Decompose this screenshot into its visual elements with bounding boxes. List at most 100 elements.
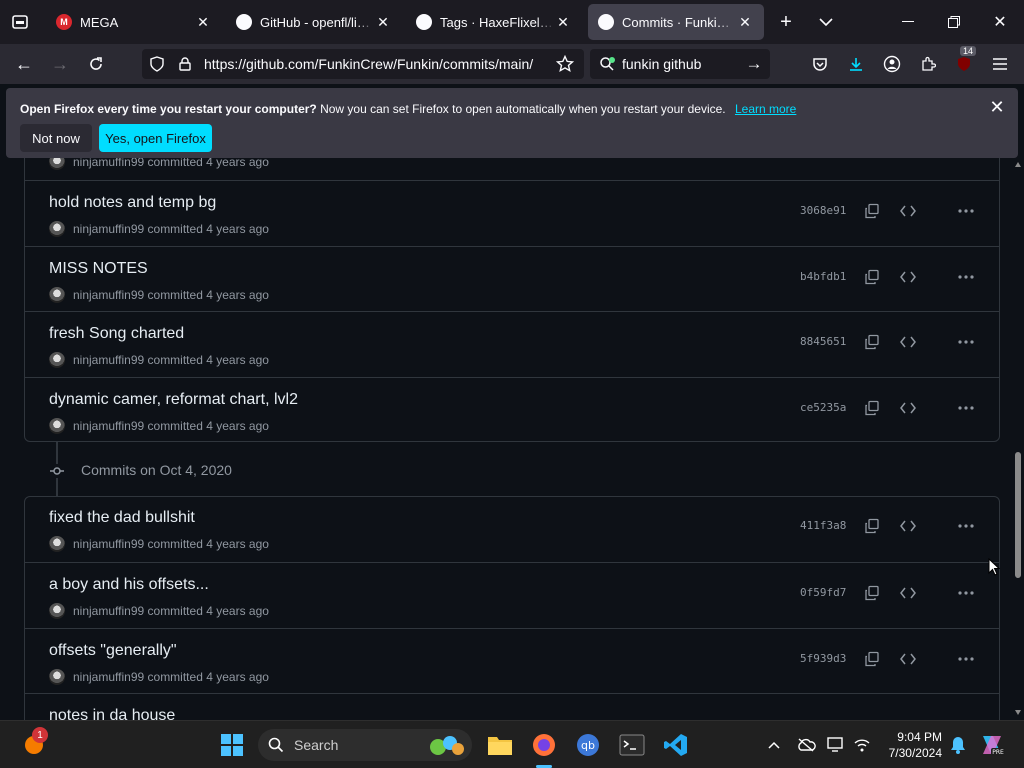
browse-code-icon[interactable] <box>896 514 920 538</box>
commit-author[interactable]: ninjamuffin99 <box>73 222 144 236</box>
url-text[interactable]: https://github.com/FunkinCrew/Funkin/com… <box>204 56 546 72</box>
minimize-icon[interactable] <box>896 10 920 34</box>
extensions-puzzle-icon[interactable] <box>916 52 940 76</box>
close-tab-icon[interactable]: ✕ <box>374 14 392 31</box>
copy-sha-icon[interactable] <box>860 330 884 354</box>
commit-message[interactable]: notes in da house <box>49 707 175 720</box>
pocket-icon[interactable] <box>808 52 832 76</box>
file-explorer-icon[interactable] <box>484 729 516 761</box>
avatar[interactable] <box>49 536 65 552</box>
not-now-button[interactable]: Not now <box>20 124 92 152</box>
browse-code-icon[interactable] <box>896 647 920 671</box>
search-bar[interactable]: funkin github → <box>590 49 770 79</box>
restore-icon[interactable] <box>942 10 966 34</box>
qbittorrent-icon[interactable]: qb <box>572 729 604 761</box>
bookmark-star-icon[interactable] <box>554 54 576 74</box>
avatar[interactable] <box>49 221 65 237</box>
commit-author[interactable]: ninjamuffin99 <box>73 670 144 684</box>
avatar[interactable] <box>49 603 65 619</box>
list-tabs-chevron-down-icon[interactable] <box>814 10 838 34</box>
tab-flixel-tags[interactable]: Tags · HaxeFlixel/flixel ✕ <box>406 4 582 40</box>
commit-message[interactable]: hold notes and temp bg <box>49 194 216 212</box>
avatar[interactable] <box>49 669 65 685</box>
clock[interactable]: 9:04 PM 7/30/2024 <box>880 729 942 761</box>
close-window-icon[interactable]: ✕ <box>988 10 1012 34</box>
commit-sha[interactable]: 0f59fd7 <box>800 586 846 599</box>
ublock-icon[interactable]: 14 <box>952 46 977 76</box>
url-bar[interactable]: https://github.com/FunkinCrew/Funkin/com… <box>142 49 584 79</box>
commit-author[interactable]: ninjamuffin99 <box>73 353 144 367</box>
search-input[interactable]: funkin github <box>622 56 701 72</box>
copy-sha-icon[interactable] <box>860 199 884 223</box>
copy-sha-icon[interactable] <box>860 581 884 605</box>
yes-open-firefox-button[interactable]: Yes, open Firefox <box>99 124 212 152</box>
avatar[interactable] <box>49 352 65 368</box>
more-options-icon[interactable] <box>954 647 978 671</box>
new-tab-icon[interactable]: + <box>774 10 798 34</box>
commit-message[interactable]: offsets "generally" <box>49 642 177 660</box>
scroll-down-arrow-icon[interactable] <box>1015 710 1021 715</box>
forward-arrow-icon[interactable]: → <box>48 52 72 76</box>
lock-icon[interactable] <box>176 55 194 73</box>
commit-message[interactable]: fresh Song charted <box>49 325 184 343</box>
close-tab-icon[interactable]: ✕ <box>194 14 212 31</box>
commit-sha[interactable]: 411f3a8 <box>800 519 846 532</box>
commit-author[interactable]: ninjamuffin99 <box>73 419 144 433</box>
close-tab-icon[interactable]: ✕ <box>554 14 572 31</box>
back-arrow-icon[interactable]: ← <box>12 52 36 76</box>
copy-sha-icon[interactable] <box>860 396 884 420</box>
firefox-view-icon[interactable] <box>8 10 32 34</box>
reload-icon[interactable] <box>84 52 108 76</box>
close-notification-icon[interactable]: ✕ <box>986 96 1008 118</box>
scrollbar-thumb[interactable] <box>1015 452 1021 578</box>
copilot-icon[interactable]: PRE <box>976 729 1008 761</box>
tab-github-lime[interactable]: GitHub - openfl/lime: A ✕ <box>226 4 402 40</box>
copy-sha-icon[interactable] <box>860 647 884 671</box>
vscode-icon[interactable] <box>660 729 692 761</box>
browse-code-icon[interactable] <box>896 581 920 605</box>
commit-message[interactable]: MISS NOTES <box>49 260 148 278</box>
show-hidden-icons-chevron-icon[interactable] <box>758 729 790 761</box>
shield-icon[interactable] <box>148 55 166 73</box>
commit-author[interactable]: ninjamuffin99 <box>73 288 144 302</box>
tab-mega[interactable]: M MEGA ✕ <box>46 4 222 40</box>
scroll-up-arrow-icon[interactable] <box>1015 162 1021 167</box>
more-options-icon[interactable] <box>954 396 978 420</box>
page-scrollbar[interactable] <box>1012 158 1024 720</box>
more-options-icon[interactable] <box>954 514 978 538</box>
go-arrow-icon[interactable]: → <box>744 54 764 74</box>
download-icon[interactable] <box>844 52 868 76</box>
commit-sha[interactable]: ce5235a <box>800 401 846 414</box>
commit-sha[interactable]: 5f939d3 <box>800 652 846 665</box>
more-options-icon[interactable] <box>954 199 978 223</box>
firefox-icon[interactable] <box>528 729 560 768</box>
commit-sha[interactable]: 3068e91 <box>800 204 846 217</box>
terminal-icon[interactable] <box>616 729 648 761</box>
browse-code-icon[interactable] <box>896 396 920 420</box>
commit-message[interactable]: dynamic camer, reformat chart, lvl2 <box>49 391 298 409</box>
more-options-icon[interactable] <box>954 265 978 289</box>
menu-hamburger-icon[interactable] <box>988 52 1012 76</box>
copy-sha-icon[interactable] <box>860 514 884 538</box>
commit-sha[interactable]: 8845651 <box>800 335 846 348</box>
browse-code-icon[interactable] <box>896 199 920 223</box>
tab-commits[interactable]: Commits · FunkinCrew/ ✕ <box>588 4 764 40</box>
commit-author[interactable]: ninjamuffin99 <box>73 537 144 551</box>
close-tab-icon[interactable]: ✕ <box>736 14 754 31</box>
account-icon[interactable] <box>880 52 904 76</box>
learn-more-link[interactable]: Learn more <box>735 102 796 116</box>
avatar[interactable] <box>49 418 65 434</box>
taskbar-search-box[interactable]: Search <box>258 729 472 761</box>
network-icon[interactable] <box>846 729 878 761</box>
copy-sha-icon[interactable] <box>860 265 884 289</box>
onedrive-offline-icon[interactable] <box>790 729 822 761</box>
commit-message[interactable]: a boy and his offsets... <box>49 576 209 594</box>
commit-message[interactable]: fixed the dad bullshit <box>49 509 195 527</box>
notification-bell-icon[interactable] <box>942 729 974 761</box>
more-options-icon[interactable] <box>954 330 978 354</box>
weather-widget-icon[interactable]: 1 <box>18 727 50 761</box>
windows-start-icon[interactable] <box>216 729 248 761</box>
avatar[interactable] <box>49 287 65 303</box>
browse-code-icon[interactable] <box>896 330 920 354</box>
more-options-icon[interactable] <box>954 581 978 605</box>
